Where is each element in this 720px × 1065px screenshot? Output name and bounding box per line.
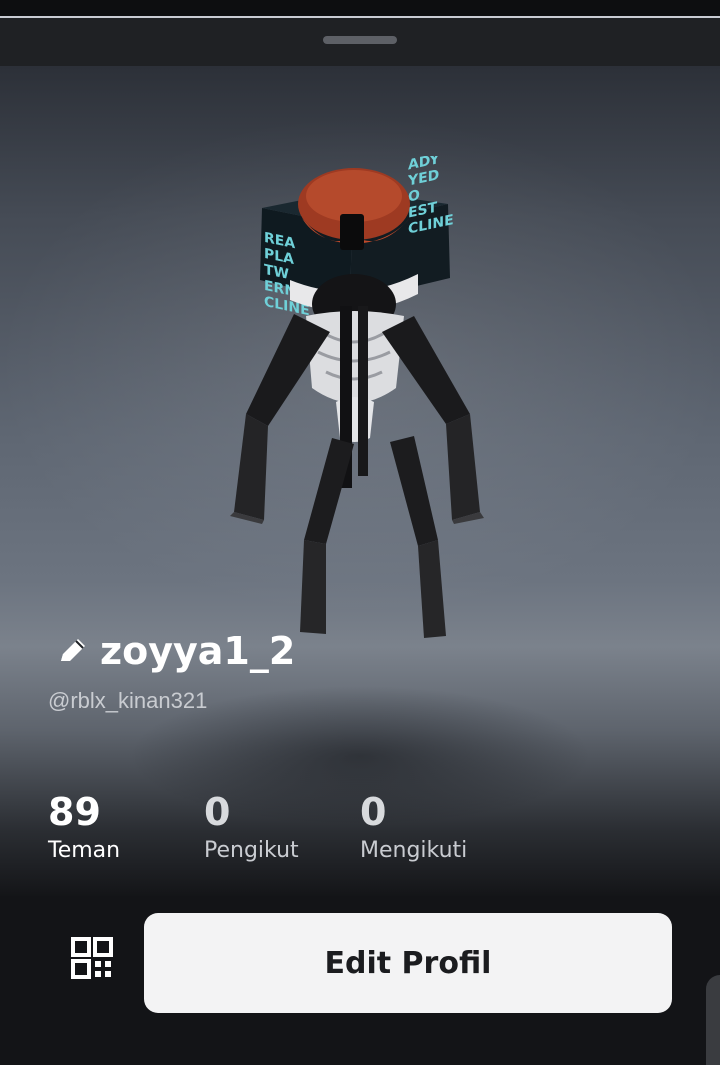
qr-code-button[interactable] [66, 932, 118, 984]
pencil-icon[interactable] [56, 634, 90, 668]
username: @rblx_kinan321 [48, 688, 208, 713]
status-bar [0, 0, 720, 18]
qr-code-icon [71, 937, 113, 979]
side-panel-edge [706, 975, 720, 1065]
sheet-header[interactable] [0, 18, 720, 66]
avatar-character: REA PLA TW ERNI CLINE ADY YED O EST CLIN… [230, 156, 484, 638]
stat-friends-label: Teman [48, 838, 121, 863]
stat-followers[interactable]: 0 Pengikut [204, 790, 299, 866]
drag-handle[interactable] [323, 36, 397, 44]
edit-profile-button[interactable]: Edit Profil [144, 913, 672, 1013]
avatar-scene: REA PLA TW ERNI CLINE ADY YED O EST CLIN… [0, 66, 720, 896]
stat-following-label: Mengikuti [360, 838, 468, 863]
stat-followers-value: 0 [204, 790, 231, 834]
stat-following[interactable]: 0 Mengikuti [360, 790, 467, 866]
avatar-legs [300, 436, 446, 638]
avatar-left-arm [230, 314, 330, 524]
stat-following-value: 0 [360, 790, 387, 834]
avatar-right-arm [382, 316, 484, 524]
display-name: zoyya1_2 [100, 629, 296, 673]
display-name-row[interactable]: zoyya1_2 [56, 626, 295, 676]
edit-profile-label: Edit Profil [324, 945, 492, 981]
stat-friends-value: 89 [48, 790, 101, 834]
stat-followers-label: Pengikut [204, 838, 299, 863]
stat-friends[interactable]: 89 Teman [48, 790, 120, 866]
